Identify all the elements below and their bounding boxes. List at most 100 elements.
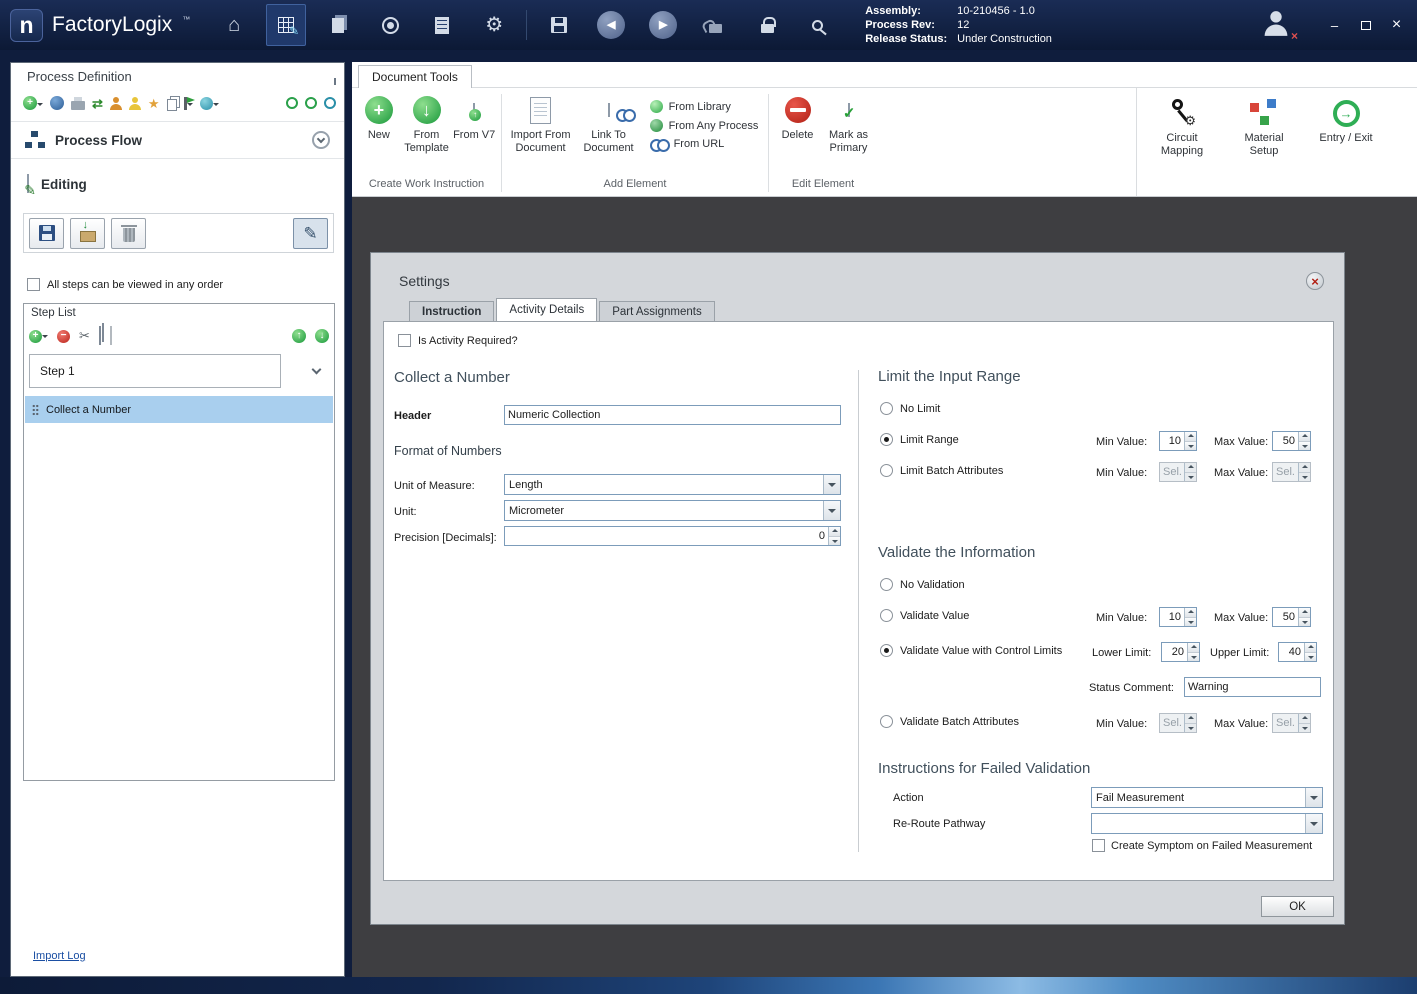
unit-value[interactable] <box>505 501 823 520</box>
tab-activity-details[interactable]: Activity Details <box>496 298 597 321</box>
reroute-pathway-select[interactable] <box>1091 813 1323 834</box>
dropdown-arrow-icon[interactable] <box>1305 814 1322 833</box>
remove-step-icon[interactable] <box>57 330 70 343</box>
delete-button[interactable] <box>111 218 146 249</box>
no-validation-radio[interactable] <box>880 578 893 591</box>
range-min-spinner[interactable] <box>1159 431 1197 451</box>
award-icon[interactable] <box>148 97 160 110</box>
add-menu-icon[interactable] <box>23 96 43 110</box>
spin-up-icon[interactable] <box>1299 432 1310 441</box>
print-icon[interactable] <box>71 96 85 110</box>
from-template-button[interactable]: From Template <box>404 93 450 154</box>
upper-limit-value[interactable] <box>1279 643 1304 661</box>
lock-icon[interactable] <box>747 4 787 46</box>
spin-down-icon[interactable] <box>1305 652 1316 662</box>
close-button[interactable] <box>1382 14 1411 36</box>
add-step-icon[interactable] <box>29 330 48 343</box>
record-icon[interactable] <box>324 97 336 109</box>
spin-up-icon[interactable] <box>1299 608 1310 617</box>
spin-up-icon[interactable] <box>1188 643 1199 652</box>
validate-max-spinner[interactable] <box>1272 607 1311 627</box>
from-url-button[interactable]: From URL <box>650 138 759 150</box>
process-documents-icon[interactable] <box>318 4 358 46</box>
unlock-icon[interactable] <box>695 4 735 46</box>
validate-max-value[interactable] <box>1273 608 1298 626</box>
validate-control-limits-radio[interactable] <box>880 644 893 657</box>
import-button[interactable] <box>70 218 105 249</box>
minimize-button[interactable] <box>1320 14 1349 36</box>
header-input[interactable] <box>504 405 841 425</box>
settings-gear-icon[interactable] <box>474 4 514 46</box>
limit-range-radio[interactable] <box>880 433 893 446</box>
circuit-mapping-button[interactable]: Circuit Mapping <box>1155 96 1209 196</box>
validate-value-radio[interactable] <box>880 609 893 622</box>
create-symptom-checkbox[interactable]: Create Symptom on Failed Measurement <box>1092 839 1312 852</box>
import-from-document-button[interactable]: Import From Document <box>508 93 574 154</box>
copy-pages-icon[interactable] <box>167 96 177 111</box>
reports-icon[interactable] <box>422 4 462 46</box>
ok-button[interactable]: OK <box>1261 896 1334 917</box>
save-icon[interactable] <box>539 4 579 46</box>
step-group-chevron-icon[interactable] <box>312 365 322 375</box>
spin-down-icon[interactable] <box>1188 652 1199 662</box>
is-activity-required-checkbox[interactable]: Is Activity Required? <box>398 334 518 347</box>
spin-down-icon[interactable] <box>1299 441 1310 451</box>
checkbox-box[interactable] <box>27 278 40 291</box>
step-group-header[interactable]: Step 1 <box>29 354 281 388</box>
dialog-close-icon[interactable] <box>1306 272 1324 290</box>
move-up-icon[interactable] <box>292 329 306 343</box>
spin-up-icon[interactable] <box>1305 643 1316 652</box>
checkbox-box[interactable] <box>1092 839 1105 852</box>
forward-icon[interactable] <box>643 4 683 46</box>
upper-limit-spinner[interactable] <box>1278 642 1317 662</box>
validate-min-value[interactable] <box>1160 608 1184 626</box>
import-user-icon[interactable] <box>129 97 141 110</box>
tab-part-assignments[interactable]: Part Assignments <box>599 301 714 321</box>
spin-down-icon[interactable] <box>1185 441 1196 451</box>
maximize-button[interactable] <box>1351 14 1380 36</box>
drag-handle-icon[interactable] <box>32 404 39 416</box>
import-log-link[interactable]: Import Log <box>33 950 86 962</box>
from-library-button[interactable]: From Library <box>650 100 759 113</box>
save-step-button[interactable] <box>29 218 64 249</box>
precision-spinner[interactable] <box>504 526 841 546</box>
validate-min-spinner[interactable] <box>1159 607 1197 627</box>
web-menu-icon[interactable] <box>200 97 219 110</box>
dropdown-arrow-icon[interactable] <box>1305 788 1322 807</box>
expand-down-icon[interactable] <box>312 131 330 149</box>
history-icon[interactable] <box>286 97 298 109</box>
unit-of-measure-select[interactable] <box>504 474 841 495</box>
limit-batch-radio[interactable] <box>880 464 893 477</box>
move-down-icon[interactable] <box>315 329 329 343</box>
material-setup-button[interactable]: Material Setup <box>1237 96 1291 196</box>
lower-limit-spinner[interactable] <box>1161 642 1200 662</box>
unit-select[interactable] <box>504 500 841 521</box>
step-item-selected[interactable]: Collect a Number <box>25 396 333 423</box>
transfer-icon[interactable] <box>92 97 103 110</box>
copy-icon[interactable] <box>99 327 101 345</box>
range-min-value[interactable] <box>1160 432 1184 450</box>
precision-value[interactable] <box>505 527 828 545</box>
range-max-spinner[interactable] <box>1272 431 1311 451</box>
paste-icon[interactable] <box>110 327 112 345</box>
action-value[interactable] <box>1092 788 1305 807</box>
checkbox-box[interactable] <box>398 334 411 347</box>
spin-up-icon[interactable] <box>1185 432 1196 441</box>
schedule-icon[interactable] <box>305 97 317 109</box>
audit-search-icon[interactable] <box>799 4 839 46</box>
action-select[interactable] <box>1091 787 1323 808</box>
export-user-icon[interactable] <box>110 97 122 110</box>
dropdown-arrow-icon[interactable] <box>823 501 840 520</box>
spin-down-icon[interactable] <box>1185 617 1196 627</box>
tab-document-tools[interactable]: Document Tools <box>358 65 472 88</box>
from-any-process-button[interactable]: From Any Process <box>650 119 759 132</box>
spin-down-icon[interactable] <box>1299 617 1310 627</box>
tab-instruction[interactable]: Instruction <box>409 301 494 321</box>
spin-up-icon[interactable] <box>1185 608 1196 617</box>
new-button[interactable]: New <box>356 93 402 142</box>
view-order-checkbox[interactable]: All steps can be viewed in any order <box>27 278 223 291</box>
link-to-document-button[interactable]: Link To Document <box>576 93 642 154</box>
entry-exit-button[interactable]: Entry / Exit <box>1319 96 1373 196</box>
home-icon[interactable] <box>214 4 254 46</box>
user-logout-icon[interactable] <box>1258 8 1300 42</box>
